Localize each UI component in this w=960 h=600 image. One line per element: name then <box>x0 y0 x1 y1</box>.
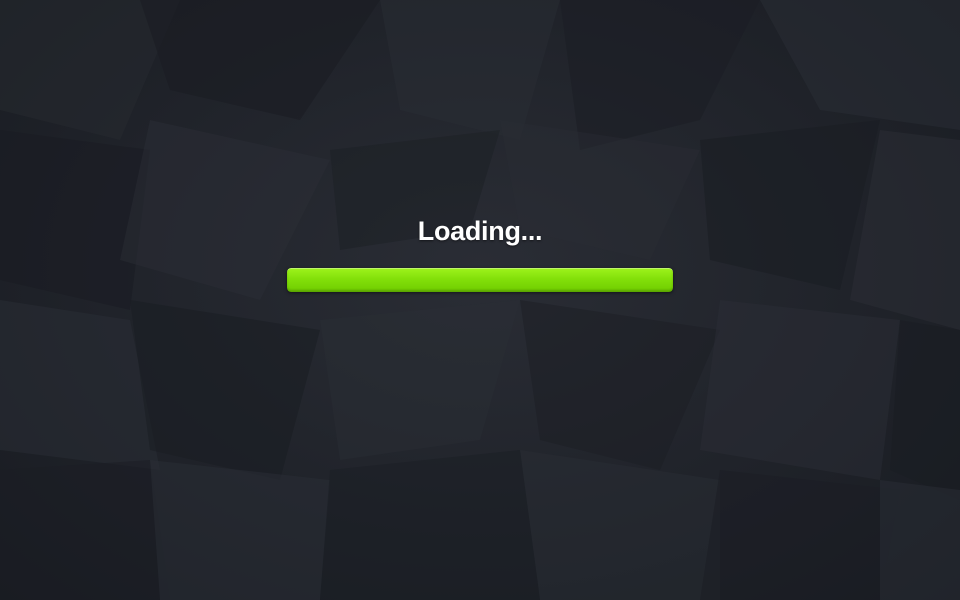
progress-bar <box>287 268 673 292</box>
progress-bar-fill <box>287 268 673 292</box>
loader: Loading... <box>0 0 960 600</box>
loading-screen: Loading... <box>0 0 960 600</box>
loading-status-text: Loading... <box>417 216 543 246</box>
